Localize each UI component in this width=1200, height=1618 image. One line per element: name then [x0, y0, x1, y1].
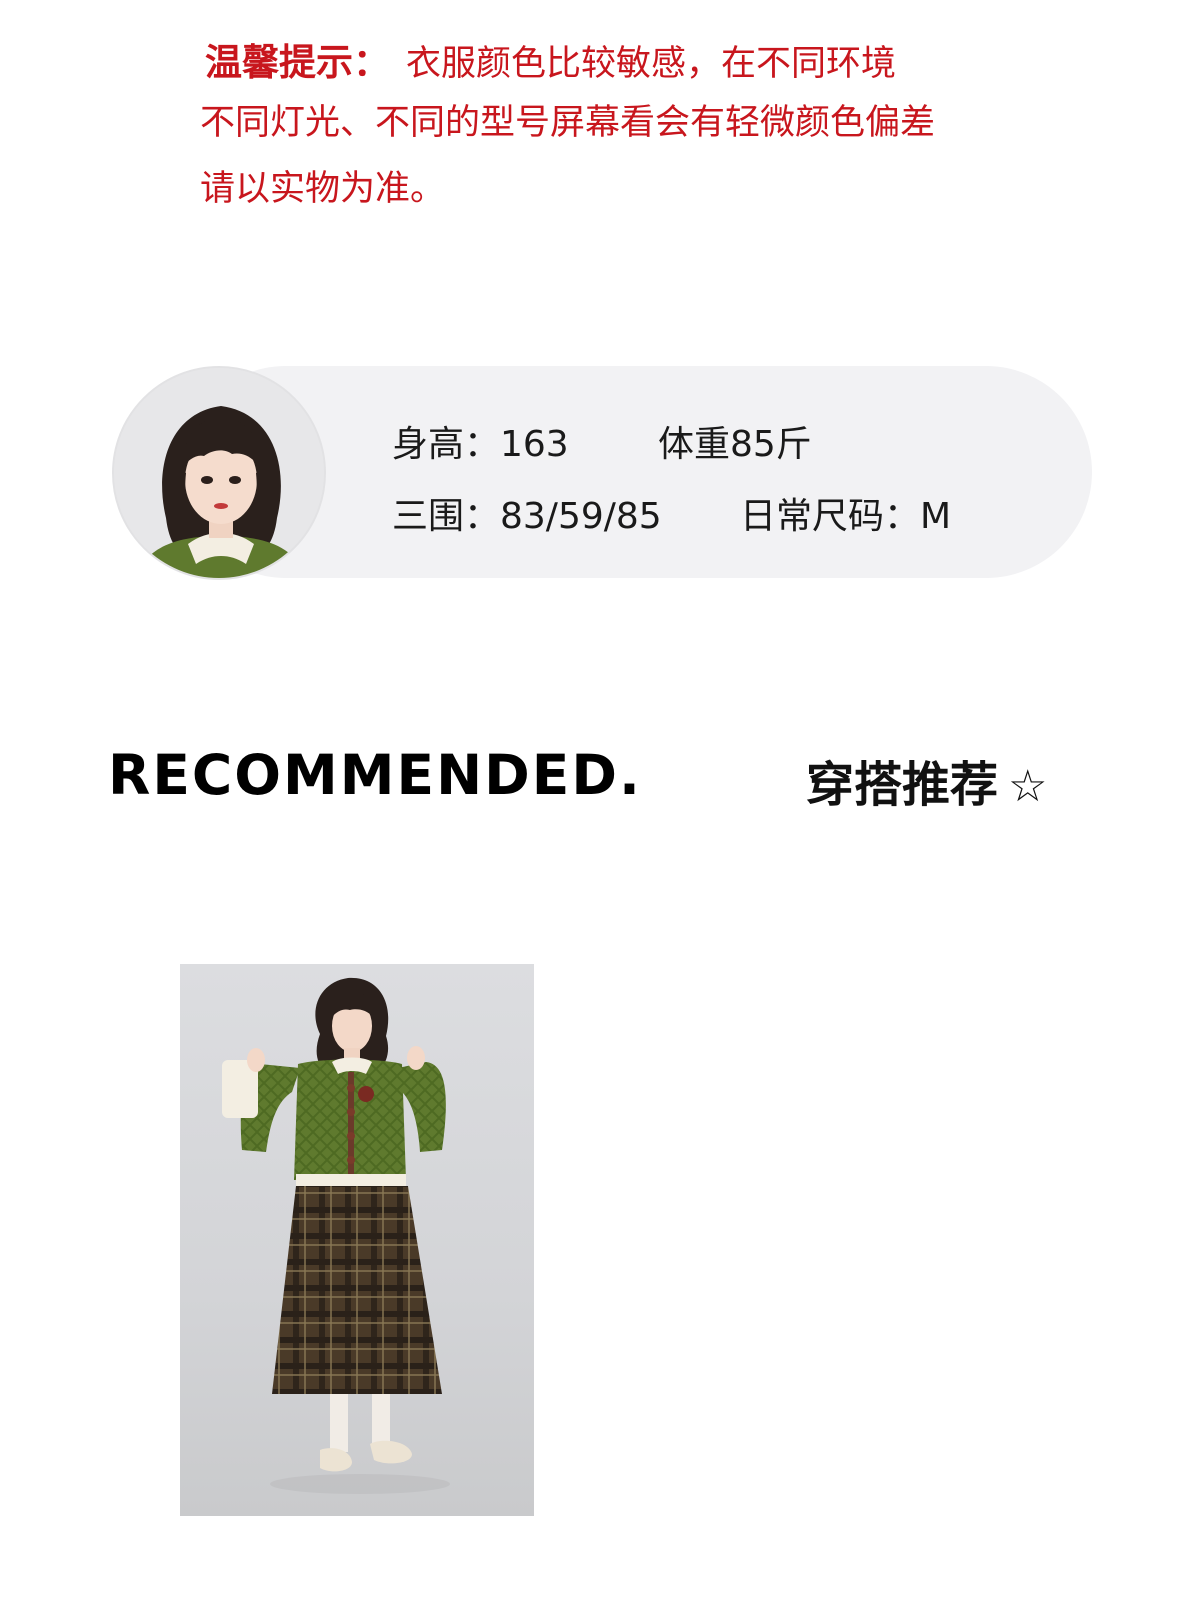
notice-text-1: 衣服颜色比较敏感，在不同环境 [406, 44, 897, 84]
notice-line-3: 请以实物为准。 [200, 169, 446, 209]
outfit-illustration [222, 977, 450, 1494]
model-size: 日常尺码：M [740, 496, 952, 537]
model-measurements: 三围：83/59/85 [392, 496, 662, 537]
notice-line-2: 不同灯光、不同的型号屏幕看会有轻微颜色偏差 [200, 103, 936, 143]
star-icon: ☆ [1008, 761, 1048, 812]
model-avatar [112, 366, 326, 580]
notice-label: 温馨提示： [205, 41, 390, 84]
model-weight: 体重85斤 [658, 424, 812, 465]
recommended-title-cn: 穿搭推荐 ☆ [806, 745, 1047, 815]
recommended-title-cn-text: 穿搭推荐 [806, 757, 999, 813]
model-height: 身高：163 [392, 424, 569, 465]
notice-line-1: 温馨提示： 衣服颜色比较敏感，在不同环境 [205, 38, 896, 89]
model-portrait-image [114, 368, 324, 578]
outfit-photo [180, 964, 534, 1516]
recommended-title-en: RECOMMENDED. [108, 743, 642, 807]
